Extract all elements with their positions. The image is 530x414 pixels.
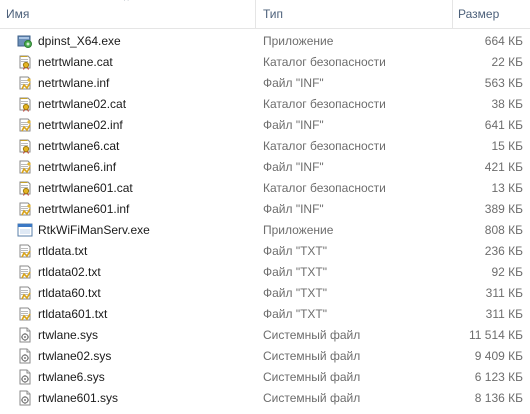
file-name: netrtwlane.inf (38, 76, 110, 90)
file-size: 38 КБ (491, 97, 523, 111)
file-type: Файл "TXT" (263, 244, 328, 258)
column-divider[interactable] (255, 0, 256, 28)
application-exe-icon (17, 222, 33, 238)
file-row[interactable]: rtwlane.sys Системный файл 11 514 КБ (0, 325, 530, 346)
file-size: 92 КБ (491, 265, 523, 279)
file-name: netrtwlane6.cat (38, 139, 120, 153)
security-catalog-icon (17, 180, 33, 196)
file-row[interactable]: netrtwlane601.inf Файл "INF" 389 КБ (0, 199, 530, 220)
file-row[interactable]: netrtwlane6.cat Каталог безопасности 15 КБ (0, 136, 530, 157)
file-row[interactable]: netrtwlane.cat Каталог безопасности 22 КБ (0, 52, 530, 73)
file-name: rtwlane601.sys (38, 391, 119, 405)
system-file-icon (17, 348, 33, 364)
system-file-icon (17, 327, 33, 343)
column-header-size[interactable]: Размер (458, 0, 530, 28)
column-header-type[interactable]: Тип (263, 0, 453, 28)
file-name: netrtwlane601.cat (38, 181, 133, 195)
security-catalog-icon (17, 54, 33, 70)
file-type: Каталог безопасности (263, 97, 386, 111)
file-type: Файл "INF" (263, 160, 324, 174)
file-list: dpinst_X64.exe Приложение 664 КБ netrtwlane… (0, 31, 530, 409)
file-name: rtwlane6.sys (38, 370, 105, 384)
file-size: 563 КБ (484, 76, 523, 90)
file-row[interactable]: rtldata60.txt Файл "TXT" 311 КБ (0, 283, 530, 304)
file-row[interactable]: dpinst_X64.exe Приложение 664 КБ (0, 31, 530, 52)
file-row[interactable]: rtwlane6.sys Системный файл 6 123 КБ (0, 367, 530, 388)
file-name: dpinst_X64.exe (38, 34, 121, 48)
txt-file-icon (17, 285, 33, 301)
file-type: Файл "INF" (263, 76, 324, 90)
file-row[interactable]: RtkWiFiManServ.exe Приложение 808 КБ (0, 220, 530, 241)
file-type: Файл "TXT" (263, 286, 328, 300)
file-size: 6 123 КБ (474, 370, 523, 384)
file-name: netrtwlane.cat (38, 55, 113, 69)
file-name: netrtwlane02.inf (38, 118, 123, 132)
file-row[interactable]: netrtwlane601.cat Каталог безопасности 13 … (0, 178, 530, 199)
file-type: Системный файл (263, 391, 361, 405)
file-name: rtwlane.sys (38, 328, 99, 342)
file-size: 389 КБ (484, 202, 523, 216)
file-size: 664 КБ (484, 34, 523, 48)
file-row[interactable]: rtwlane601.sys Системный файл 8 136 КБ (0, 388, 530, 409)
file-name: rtldata601.txt (38, 307, 108, 321)
installer-exe-icon (17, 33, 33, 49)
file-type: Каталог безопасности (263, 139, 386, 153)
file-size: 236 КБ (484, 244, 523, 258)
file-type: Файл "INF" (263, 118, 324, 132)
security-catalog-icon (17, 96, 33, 112)
system-file-icon (17, 369, 33, 385)
file-name: netrtwlane601.inf (38, 202, 130, 216)
inf-file-icon (17, 159, 33, 175)
file-type: Файл "TXT" (263, 307, 328, 321)
file-size: 311 КБ (485, 286, 523, 300)
column-divider[interactable] (452, 0, 453, 28)
system-file-icon (17, 390, 33, 406)
file-name: netrtwlane6.inf (38, 160, 117, 174)
file-size: 808 КБ (484, 223, 523, 237)
column-header-bar: ^ Имя Тип Размер (0, 0, 530, 29)
file-name: netrtwlane02.cat (38, 97, 127, 111)
file-type: Системный файл (263, 349, 361, 363)
file-type: Приложение (263, 34, 334, 48)
file-type: Файл "TXT" (263, 265, 328, 279)
inf-file-icon (17, 201, 33, 217)
file-row[interactable]: rtldata601.txt Файл "TXT" 311 КБ (0, 304, 530, 325)
file-row[interactable]: netrtwlane02.inf Файл "INF" 641 КБ (0, 115, 530, 136)
file-name: rtldata.txt (38, 244, 88, 258)
file-row[interactable]: rtldata.txt Файл "TXT" 236 КБ (0, 241, 530, 262)
file-row[interactable]: netrtwlane.inf Файл "INF" 563 КБ (0, 73, 530, 94)
file-size: 421 КБ (484, 160, 523, 174)
file-row[interactable]: rtldata02.txt Файл "TXT" 92 КБ (0, 262, 530, 283)
file-size: 9 409 КБ (474, 349, 523, 363)
file-name: rtldata60.txt (38, 286, 101, 300)
file-size: 22 КБ (491, 55, 523, 69)
file-name: RtkWiFiManServ.exe (38, 223, 150, 237)
inf-file-icon (17, 117, 33, 133)
file-row[interactable]: rtwlane02.sys Системный файл 9 409 КБ (0, 346, 530, 367)
file-size: 13 КБ (491, 181, 523, 195)
file-type: Каталог безопасности (263, 181, 386, 195)
file-type: Каталог безопасности (263, 55, 386, 69)
file-name: rtwlane02.sys (38, 349, 112, 363)
file-size: 11 514 КБ (468, 328, 523, 342)
file-type: Системный файл (263, 370, 361, 384)
file-size: 641 КБ (484, 118, 523, 132)
file-type: Приложение (263, 223, 334, 237)
file-size: 311 КБ (485, 307, 523, 321)
file-type: Файл "INF" (263, 202, 324, 216)
column-header-name[interactable]: Имя (6, 0, 254, 28)
txt-file-icon (17, 243, 33, 259)
inf-file-icon (17, 75, 33, 91)
security-catalog-icon (17, 138, 33, 154)
txt-file-icon (17, 306, 33, 322)
file-type: Системный файл (263, 328, 361, 342)
file-row[interactable]: netrtwlane6.inf Файл "INF" 421 КБ (0, 157, 530, 178)
file-size: 15 КБ (491, 139, 523, 153)
file-row[interactable]: netrtwlane02.cat Каталог безопасности 38 К… (0, 94, 530, 115)
file-size: 8 136 КБ (474, 391, 523, 405)
file-name: rtldata02.txt (38, 265, 101, 279)
txt-file-icon (17, 264, 33, 280)
